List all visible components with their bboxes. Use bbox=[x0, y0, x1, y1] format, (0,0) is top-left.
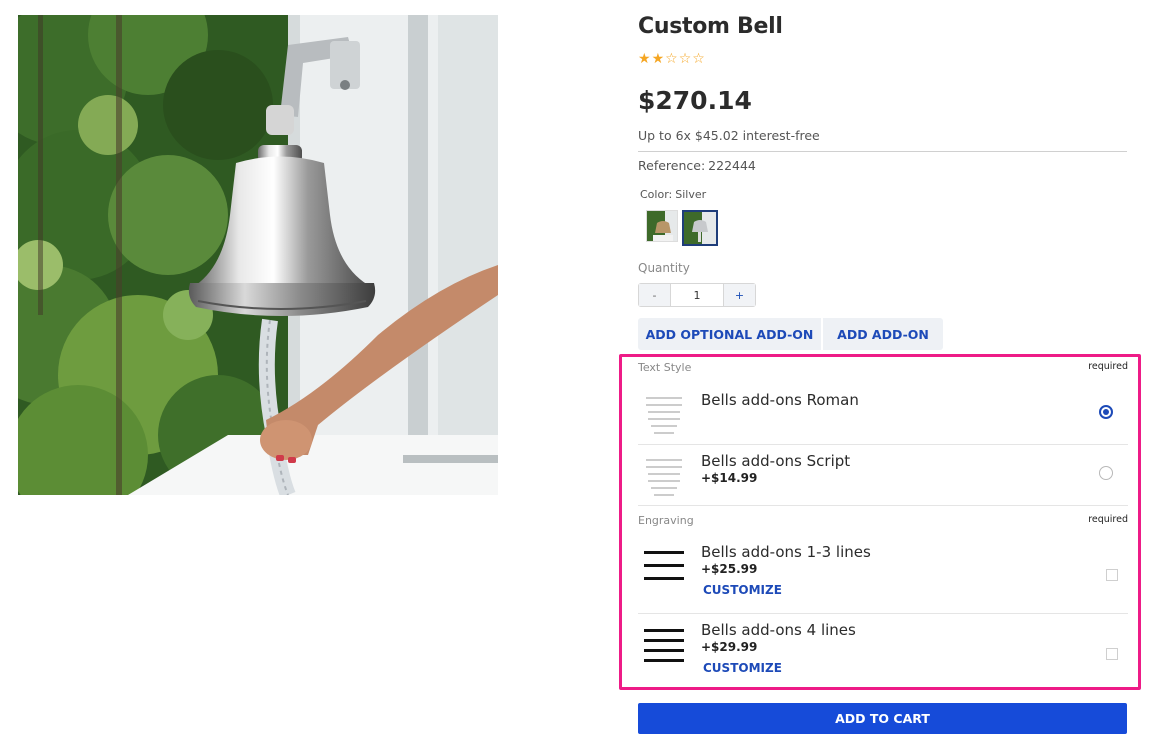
option-price: +$14.99 bbox=[701, 471, 758, 485]
star-empty-icon: ☆ bbox=[692, 51, 706, 67]
tab-add-addon[interactable]: ADD ADD-ON bbox=[823, 318, 943, 350]
reference: Reference: 222444 bbox=[638, 158, 756, 173]
add-to-cart-button[interactable]: ADD TO CART bbox=[638, 703, 1127, 734]
required-label: required bbox=[1088, 361, 1128, 372]
option-checkbox-1-3-lines[interactable] bbox=[1106, 569, 1118, 581]
engraving-lines-thumb bbox=[642, 545, 686, 589]
font-sample-script-thumb bbox=[642, 453, 686, 497]
text-style-title: Text Style bbox=[638, 361, 692, 374]
engraving-lines-thumb bbox=[642, 623, 686, 667]
option-checkbox-4-lines[interactable] bbox=[1106, 648, 1118, 660]
quantity-stepper: - + bbox=[638, 283, 756, 307]
product-image bbox=[18, 15, 498, 495]
product-price: $270.14 bbox=[638, 86, 752, 115]
quantity-label: Quantity bbox=[638, 261, 690, 275]
option-radio-script[interactable] bbox=[1099, 466, 1113, 480]
star-filled-icon: ★ bbox=[651, 51, 666, 67]
option-name: Bells add-ons Script bbox=[701, 452, 851, 470]
color-label: Color: Silver bbox=[640, 188, 706, 201]
addon-panel: Text Style required Bells add-ons Roman bbox=[619, 354, 1141, 690]
product-title: Custom Bell bbox=[638, 14, 783, 39]
quantity-input[interactable] bbox=[671, 284, 723, 306]
customize-link[interactable]: CUSTOMIZE bbox=[703, 661, 782, 675]
rating-stars: ★★☆☆☆ bbox=[638, 51, 706, 67]
engraving-option-4-lines[interactable]: Bells add-ons 4 lines +$29.99 CUSTOMIZE bbox=[638, 614, 1128, 690]
font-sample-roman-thumb bbox=[642, 391, 686, 435]
option-radio-roman[interactable] bbox=[1099, 405, 1113, 419]
reference-label: Reference: bbox=[638, 158, 706, 173]
option-name: Bells add-ons Roman bbox=[701, 391, 859, 409]
star-empty-icon: ☆ bbox=[665, 51, 679, 67]
addon-tabs: ADD OPTIONAL ADD-ON ADD ADD-ON bbox=[638, 318, 943, 350]
engraving-group-header: Engraving required bbox=[638, 514, 1128, 527]
quantity-increase-button[interactable]: + bbox=[723, 284, 755, 306]
divider bbox=[638, 151, 1127, 152]
option-name: Bells add-ons 1-3 lines bbox=[701, 543, 871, 561]
engraving-option-1-3-lines[interactable]: Bells add-ons 1-3 lines +$25.99 CUSTOMIZ… bbox=[638, 535, 1128, 614]
star-empty-icon: ☆ bbox=[678, 51, 693, 67]
engraving-title: Engraving bbox=[638, 514, 694, 527]
text-style-option-script[interactable]: Bells add-ons Script +$14.99 bbox=[638, 445, 1128, 506]
color-swatch-silver[interactable] bbox=[682, 210, 718, 246]
text-style-group-header: Text Style required bbox=[638, 361, 1128, 374]
star-filled-icon: ★ bbox=[638, 51, 652, 67]
quantity-decrease-button[interactable]: - bbox=[639, 284, 671, 306]
option-price: +$25.99 bbox=[701, 562, 758, 576]
customize-link[interactable]: CUSTOMIZE bbox=[703, 583, 782, 597]
option-name: Bells add-ons 4 lines bbox=[701, 621, 856, 639]
color-swatch-1[interactable] bbox=[646, 210, 678, 242]
reference-value: 222444 bbox=[708, 158, 756, 173]
tab-add-optional-addon[interactable]: ADD OPTIONAL ADD-ON bbox=[638, 318, 821, 350]
text-style-option-roman[interactable]: Bells add-ons Roman bbox=[638, 383, 1128, 445]
installments-text: Up to 6x $45.02 interest-free bbox=[638, 128, 820, 143]
color-value: Silver bbox=[675, 188, 707, 201]
option-price: +$29.99 bbox=[701, 640, 758, 654]
color-label-text: Color: bbox=[640, 188, 673, 201]
required-label: required bbox=[1088, 514, 1128, 525]
